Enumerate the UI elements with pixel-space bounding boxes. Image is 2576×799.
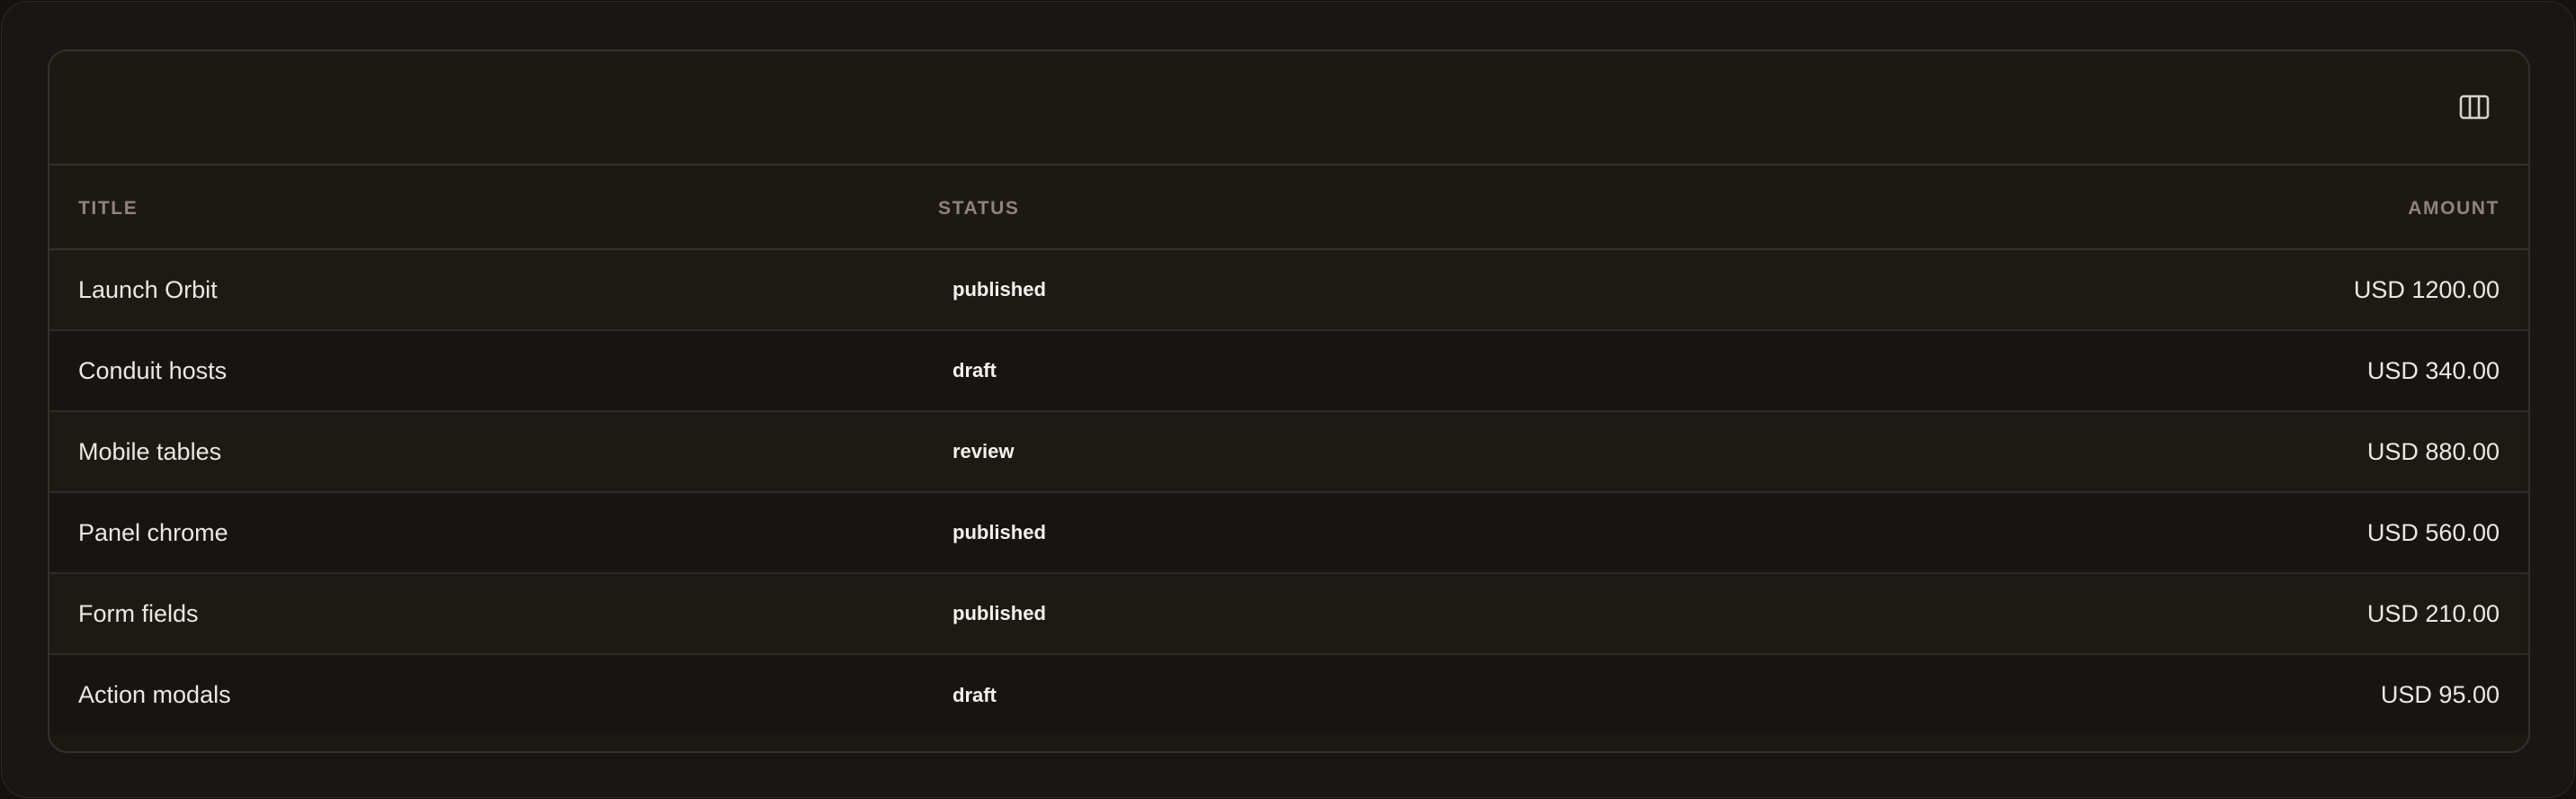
- row-title: Panel chrome: [78, 518, 228, 546]
- row-amount: USD 1200.00: [2353, 275, 2500, 303]
- table-header-row: TITLE STATUS AMOUNT: [49, 166, 2528, 249]
- status-badge: review: [953, 440, 1015, 462]
- status-badge: published: [953, 521, 1046, 543]
- row-title: Conduit hosts: [78, 356, 228, 384]
- row-amount: USD 210.00: [2366, 599, 2500, 627]
- table-row[interactable]: Panel chrome published USD 560.00: [49, 492, 2528, 573]
- row-title: Action modals: [78, 681, 231, 708]
- table-row[interactable]: Conduit hosts draft USD 340.00: [49, 330, 2528, 411]
- row-title: Form fields: [78, 599, 199, 627]
- data-table: TITLE STATUS AMOUNT Launch Orbit publish…: [49, 166, 2528, 735]
- data-table-card: TITLE STATUS AMOUNT Launch Orbit publish…: [48, 49, 2530, 753]
- columns-icon: [2459, 94, 2490, 120]
- table-row[interactable]: Launch Orbit published USD 1200.00: [49, 249, 2528, 330]
- table-toolbar: [49, 51, 2528, 166]
- row-amount: USD 95.00: [2380, 681, 2500, 708]
- column-header-amount[interactable]: AMOUNT: [1593, 166, 2528, 249]
- columns-toggle-button[interactable]: [2458, 91, 2491, 123]
- row-title: Launch Orbit: [78, 275, 218, 303]
- status-badge: published: [953, 278, 1046, 301]
- row-amount: USD 340.00: [2366, 356, 2500, 384]
- table-row[interactable]: Form fields published USD 210.00: [49, 573, 2528, 654]
- column-header-title[interactable]: TITLE: [49, 166, 938, 249]
- status-badge: draft: [953, 359, 997, 382]
- row-amount: USD 560.00: [2366, 518, 2500, 546]
- table-row[interactable]: Mobile tables review USD 880.00: [49, 411, 2528, 492]
- status-badge: published: [953, 602, 1046, 624]
- table-row[interactable]: Action modals draft USD 95.00: [49, 654, 2528, 735]
- row-title: Mobile tables: [78, 437, 222, 465]
- app-frame: TITLE STATUS AMOUNT Launch Orbit publish…: [1, 1, 2575, 798]
- column-header-status[interactable]: STATUS: [938, 166, 1593, 249]
- row-amount: USD 880.00: [2366, 437, 2500, 465]
- status-badge: draft: [953, 683, 997, 706]
